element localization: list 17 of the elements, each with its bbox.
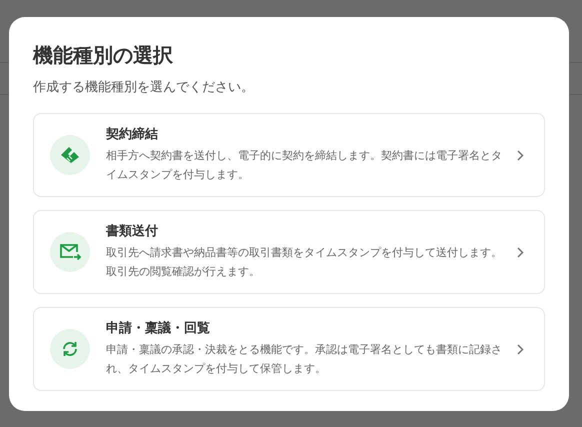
option-title: 申請・稟議・回覧 bbox=[106, 320, 211, 338]
option-description: 取引先へ請求書や納品書等の取引書類をタイムスタンプを付与して送付します。取引先の閲覧確認が行えます。 bbox=[106, 245, 503, 280]
chevron-right-icon bbox=[517, 246, 524, 258]
option-description: 申請・稟議の承認・決裁をとる機能です。承認は電子署名としても書類に記録され、タイムスタンプを付与して保管します。 bbox=[106, 342, 503, 377]
option-card[interactable]: 申請・稟議・回覧 申請・稟議の承認・決裁をとる機能です。承認は電子署名としても書類に記録され、タイムスタンプを付与して保管します。 bbox=[33, 307, 545, 391]
refresh-icon bbox=[61, 340, 79, 358]
mail-send-icon bbox=[59, 243, 81, 261]
option-card[interactable]: 契約締結 相手方へ契約書を送付し、電子的に契約を締結します。契約書には電子署名とタイムスタンプを付与します。 bbox=[33, 113, 545, 197]
handshake-icon bbox=[60, 146, 80, 164]
option-card[interactable]: 書類送付 取引先へ請求書や納品書等の取引書類をタイムスタンプを付与して送付します。取引先の閲覧確認が行えます。 bbox=[33, 210, 545, 294]
option-title: 契約締結 bbox=[106, 126, 159, 144]
chevron-right-icon bbox=[517, 150, 524, 160]
option-title: 書類送付 bbox=[106, 223, 159, 241]
dialog-subtitle: 作成する機能種別を選んでください。 bbox=[33, 79, 255, 97]
dialog-title: 機能種別の選択 bbox=[33, 42, 174, 69]
option-description: 相手方へ契約書を送付し、電子的に契約を締結します。契約書には電子署名とタイムスタンプを付与します。 bbox=[106, 148, 503, 183]
chevron-right-icon bbox=[517, 344, 524, 354]
